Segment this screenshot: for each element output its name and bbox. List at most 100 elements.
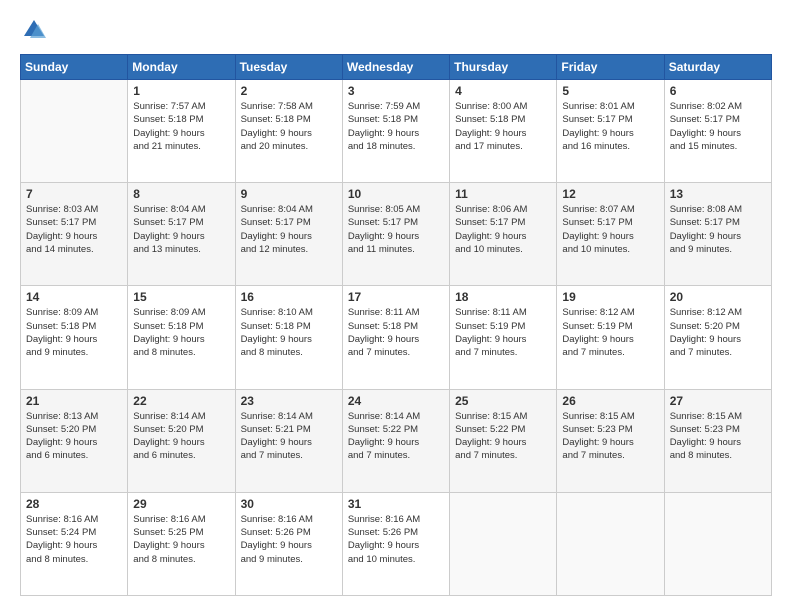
calendar-week-4: 21 Sunrise: 8:13 AMSunset: 5:20 PMDayligh… [21,389,772,492]
day-info: Sunrise: 8:02 AMSunset: 5:17 PMDaylight:… [670,100,766,153]
day-number: 30 [241,497,337,511]
day-number: 15 [133,290,229,304]
day-number: 6 [670,84,766,98]
day-info: Sunrise: 8:12 AMSunset: 5:19 PMDaylight:… [562,306,658,359]
day-number: 10 [348,187,444,201]
day-number: 29 [133,497,229,511]
calendar-week-2: 7Sunrise: 8:03 AMSunset: 5:17 PMDaylight… [21,183,772,286]
header [20,16,772,44]
day-info: Sunrise: 8:16 AMSunset: 5:24 PMDaylight:… [26,513,122,566]
day-info: Sunrise: 8:04 AMSunset: 5:17 PMDaylight:… [241,203,337,256]
day-number: 14 [26,290,122,304]
calendar-cell: 2 Sunrise: 7:58 AMSunset: 5:18 PMDaylight… [235,80,342,183]
calendar-cell: 10 Sunrise: 8:05 AMSunset: 5:17 PMDayligh… [342,183,449,286]
day-number: 1 [133,84,229,98]
calendar-header-monday: Monday [128,55,235,80]
calendar-cell [664,492,771,595]
day-info: Sunrise: 8:16 AMSunset: 5:25 PMDaylight:… [133,513,229,566]
day-number: 7 [26,187,122,201]
calendar-week-5: 28 Sunrise: 8:16 AMSunset: 5:24 PMDayligh… [21,492,772,595]
logo [20,16,52,44]
calendar-cell: 8 Sunrise: 8:04 AMSunset: 5:17 PMDaylight… [128,183,235,286]
day-number: 5 [562,84,658,98]
calendar-cell: 21 Sunrise: 8:13 AMSunset: 5:20 PMDayligh… [21,389,128,492]
day-info: Sunrise: 8:14 AMSunset: 5:20 PMDaylight:… [133,410,229,463]
calendar-week-3: 14 Sunrise: 8:09 AMSunset: 5:18 PMDayligh… [21,286,772,389]
calendar-cell: 6 Sunrise: 8:02 AMSunset: 5:17 PMDaylight… [664,80,771,183]
calendar-cell: 30 Sunrise: 8:16 AMSunset: 5:26 PMDayligh… [235,492,342,595]
day-number: 19 [562,290,658,304]
calendar-header-friday: Friday [557,55,664,80]
day-info: Sunrise: 7:58 AMSunset: 5:18 PMDaylight:… [241,100,337,153]
calendar-cell: 26Sunrise: 8:15 AMSunset: 5:23 PMDayligh… [557,389,664,492]
day-number: 13 [670,187,766,201]
calendar-cell: 12 Sunrise: 8:07 AMSunset: 5:17 PMDayligh… [557,183,664,286]
day-number: 9 [241,187,337,201]
day-info: Sunrise: 8:04 AMSunset: 5:17 PMDaylight:… [133,203,229,256]
calendar-cell: 18Sunrise: 8:11 AMSunset: 5:19 PMDayligh… [450,286,557,389]
day-number: 31 [348,497,444,511]
calendar-cell: 31 Sunrise: 8:16 AMSunset: 5:26 PMDayligh… [342,492,449,595]
day-info: Sunrise: 8:06 AMSunset: 5:17 PMDaylight:… [455,203,551,256]
day-number: 16 [241,290,337,304]
calendar-cell: 16 Sunrise: 8:10 AMSunset: 5:18 PMDayligh… [235,286,342,389]
day-info: Sunrise: 8:10 AMSunset: 5:18 PMDaylight:… [241,306,337,359]
day-info: Sunrise: 8:11 AMSunset: 5:18 PMDaylight:… [348,306,444,359]
calendar-cell: 17Sunrise: 8:11 AMSunset: 5:18 PMDayligh… [342,286,449,389]
day-number: 3 [348,84,444,98]
day-number: 12 [562,187,658,201]
calendar-cell [557,492,664,595]
calendar-cell: 19 Sunrise: 8:12 AMSunset: 5:19 PMDayligh… [557,286,664,389]
calendar-cell: 9 Sunrise: 8:04 AMSunset: 5:17 PMDaylight… [235,183,342,286]
calendar-week-1: 1 Sunrise: 7:57 AMSunset: 5:18 PMDaylight… [21,80,772,183]
day-info: Sunrise: 8:15 AMSunset: 5:23 PMDaylight:… [562,410,658,463]
day-info: Sunrise: 8:12 AMSunset: 5:20 PMDaylight:… [670,306,766,359]
calendar-cell: 4Sunrise: 8:00 AMSunset: 5:18 PMDaylight… [450,80,557,183]
day-number: 20 [670,290,766,304]
page: SundayMondayTuesdayWednesdayThursdayFrid… [0,0,792,612]
day-info: Sunrise: 8:08 AMSunset: 5:17 PMDaylight:… [670,203,766,256]
day-info: Sunrise: 8:11 AMSunset: 5:19 PMDaylight:… [455,306,551,359]
day-number: 23 [241,394,337,408]
calendar-header-saturday: Saturday [664,55,771,80]
calendar-cell: 23 Sunrise: 8:14 AMSunset: 5:21 PMDayligh… [235,389,342,492]
day-number: 25 [455,394,551,408]
calendar-header-wednesday: Wednesday [342,55,449,80]
day-info: Sunrise: 8:14 AMSunset: 5:22 PMDaylight:… [348,410,444,463]
day-info: Sunrise: 8:16 AMSunset: 5:26 PMDaylight:… [348,513,444,566]
day-info: Sunrise: 8:13 AMSunset: 5:20 PMDaylight:… [26,410,122,463]
calendar-cell: 5Sunrise: 8:01 AMSunset: 5:17 PMDaylight… [557,80,664,183]
day-number: 11 [455,187,551,201]
calendar-cell: 1 Sunrise: 7:57 AMSunset: 5:18 PMDaylight… [128,80,235,183]
day-number: 28 [26,497,122,511]
calendar-cell: 27Sunrise: 8:15 AMSunset: 5:23 PMDayligh… [664,389,771,492]
day-number: 21 [26,394,122,408]
day-number: 22 [133,394,229,408]
day-number: 27 [670,394,766,408]
day-info: Sunrise: 7:57 AMSunset: 5:18 PMDaylight:… [133,100,229,153]
day-info: Sunrise: 8:09 AMSunset: 5:18 PMDaylight:… [26,306,122,359]
calendar-cell: 15 Sunrise: 8:09 AMSunset: 5:18 PMDayligh… [128,286,235,389]
day-info: Sunrise: 8:05 AMSunset: 5:17 PMDaylight:… [348,203,444,256]
calendar-cell: 28 Sunrise: 8:16 AMSunset: 5:24 PMDayligh… [21,492,128,595]
day-info: Sunrise: 8:16 AMSunset: 5:26 PMDaylight:… [241,513,337,566]
calendar-cell: 11 Sunrise: 8:06 AMSunset: 5:17 PMDayligh… [450,183,557,286]
day-number: 8 [133,187,229,201]
calendar-cell: 25Sunrise: 8:15 AMSunset: 5:22 PMDayligh… [450,389,557,492]
calendar-cell [21,80,128,183]
calendar-cell: 29 Sunrise: 8:16 AMSunset: 5:25 PMDayligh… [128,492,235,595]
calendar-cell: 22 Sunrise: 8:14 AMSunset: 5:20 PMDayligh… [128,389,235,492]
calendar-cell: 7Sunrise: 8:03 AMSunset: 5:17 PMDaylight… [21,183,128,286]
calendar-cell [450,492,557,595]
calendar-cell: 13 Sunrise: 8:08 AMSunset: 5:17 PMDayligh… [664,183,771,286]
day-info: Sunrise: 7:59 AMSunset: 5:18 PMDaylight:… [348,100,444,153]
day-info: Sunrise: 8:07 AMSunset: 5:17 PMDaylight:… [562,203,658,256]
day-info: Sunrise: 8:14 AMSunset: 5:21 PMDaylight:… [241,410,337,463]
calendar-cell: 14 Sunrise: 8:09 AMSunset: 5:18 PMDayligh… [21,286,128,389]
day-number: 4 [455,84,551,98]
calendar-table: SundayMondayTuesdayWednesdayThursdayFrid… [20,54,772,596]
day-number: 2 [241,84,337,98]
day-info: Sunrise: 8:09 AMSunset: 5:18 PMDaylight:… [133,306,229,359]
logo-icon [20,16,48,44]
calendar-header-tuesday: Tuesday [235,55,342,80]
